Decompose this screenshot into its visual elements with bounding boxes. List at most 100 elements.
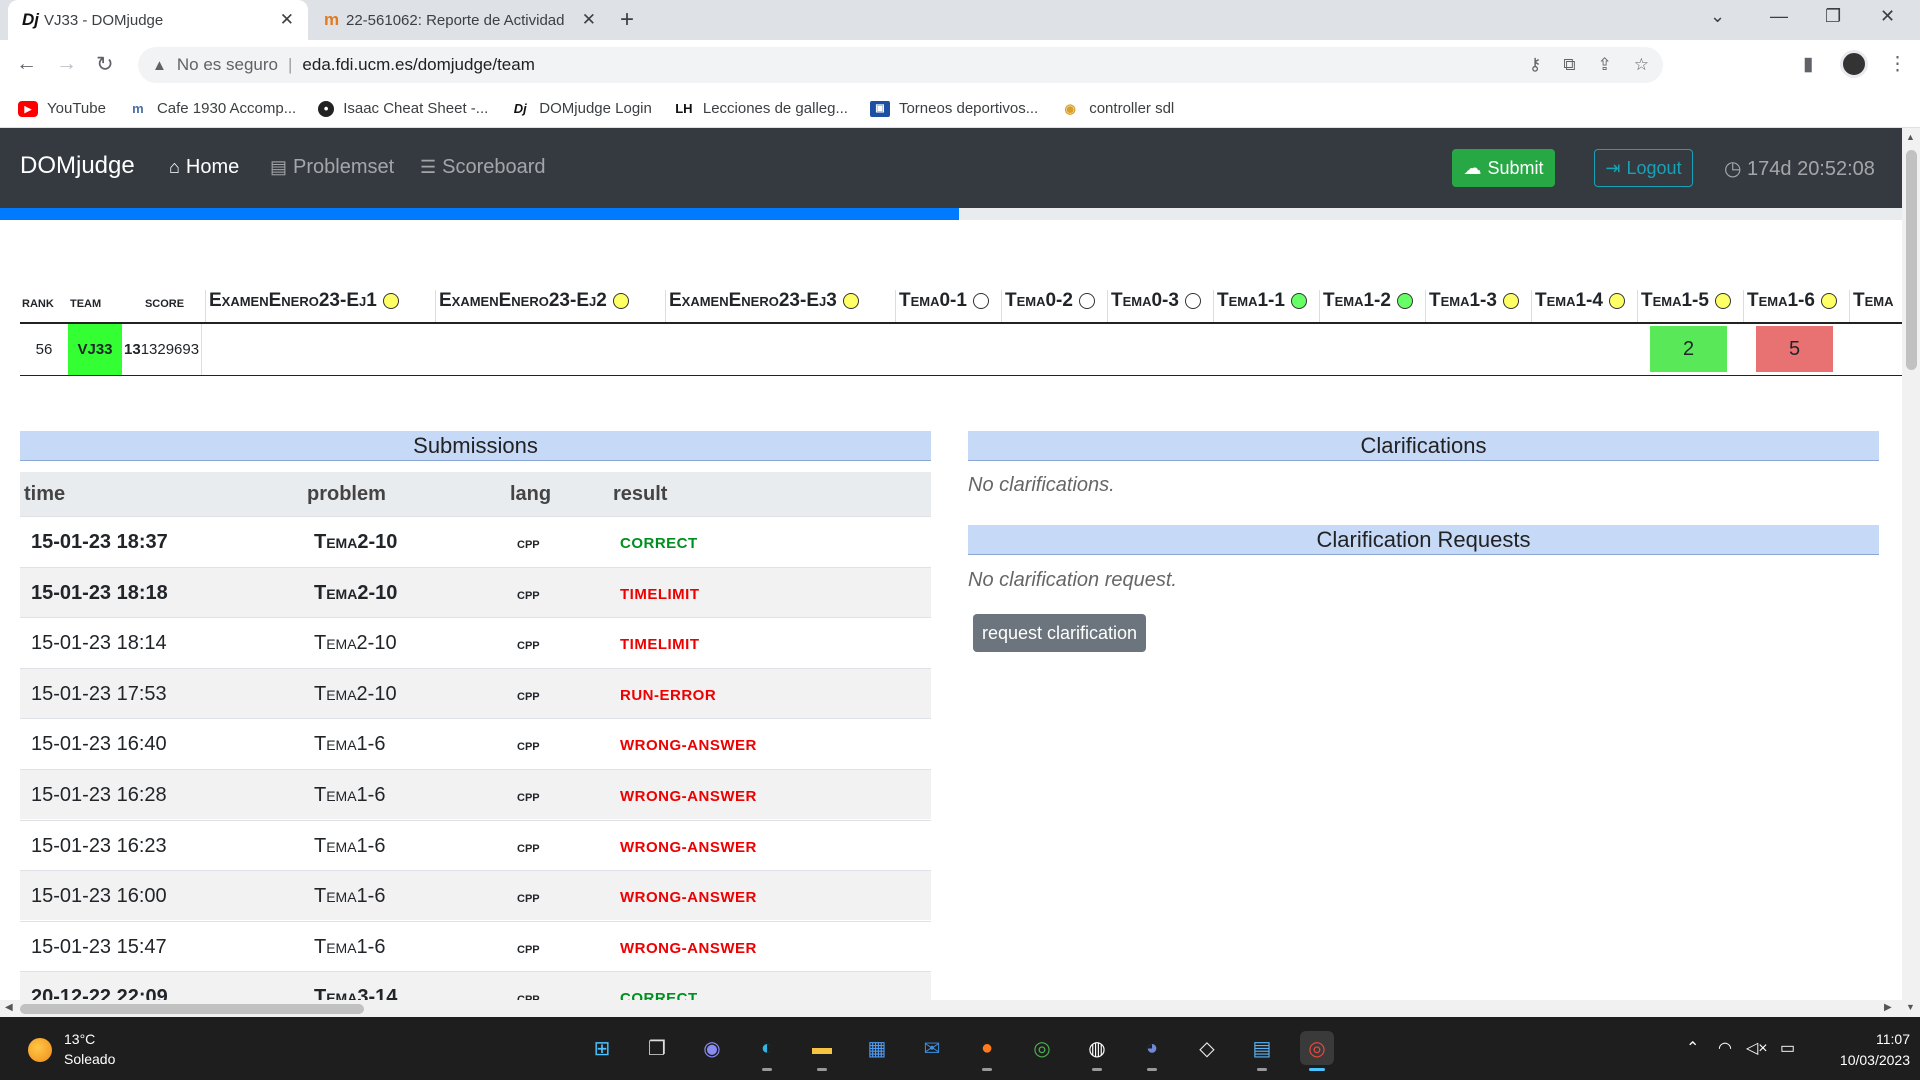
url-input[interactable]: ▲ No es seguro | eda.fdi.ucm.es/domjudge…: [138, 47, 1663, 83]
nav-scoreboard[interactable]: ☰ Scoreboard: [420, 156, 546, 179]
mail-icon[interactable]: ✉: [915, 1031, 949, 1065]
team-rank: 56: [35, 341, 53, 358]
reload-icon[interactable]: ↻: [96, 52, 114, 77]
table-row[interactable]: 15-01-23 17:53 Tema2-10 cpp RUN-ERROR: [20, 667, 931, 718]
browser-tab-reporte[interactable]: m 22-561062: Reporte de Actividad ✕: [310, 0, 610, 40]
scroll-down-icon[interactable]: ▼: [1906, 1002, 1915, 1012]
chevron-up-icon[interactable]: ⌃: [1686, 1038, 1699, 1058]
weather-description[interactable]: Soleado: [64, 1051, 115, 1067]
taskbar-time[interactable]: 11:07: [1864, 1031, 1910, 1047]
bookmark-star-icon[interactable]: ☆: [1634, 55, 1649, 75]
github-icon[interactable]: ◍: [1080, 1031, 1114, 1071]
edge-icon[interactable]: ◐: [750, 1031, 784, 1071]
problem-header[interactable]: Tema0-3: [1107, 290, 1213, 322]
score-cell-tema1-6[interactable]: 5: [1756, 326, 1833, 372]
discord-icon[interactable]: ◕: [1135, 1031, 1169, 1071]
table-row[interactable]: 15-01-23 16:28 Tema1-6 cpp WRONG-ANSWER: [20, 769, 931, 819]
bookmark-controller[interactable]: ◉ controller sdl: [1060, 100, 1175, 117]
table-row[interactable]: 15-01-23 16:23 Tema1-6 cpp WRONG-ANSWER: [20, 819, 931, 870]
chrome-active-icon[interactable]: ◎: [1300, 1031, 1334, 1071]
table-row[interactable]: 15-01-23 16:00 Tema1-6 cpp WRONG-ANSWER: [20, 870, 931, 921]
balloon-icon: [1184, 293, 1201, 309]
submission-time: 15-01-23 18:37: [31, 531, 168, 553]
taskbar-date[interactable]: 10/03/2023: [1818, 1052, 1910, 1068]
problem-header[interactable]: Tema: [1849, 290, 1902, 322]
task-view-icon[interactable]: ❐: [640, 1031, 674, 1065]
url-separator: |: [287, 55, 293, 74]
warning-icon[interactable]: ▲: [152, 57, 167, 74]
windows-start-icon[interactable]: ⊞: [585, 1031, 619, 1065]
table-row[interactable]: 15-01-23 15:47 Tema1-6 cpp WRONG-ANSWER: [20, 920, 931, 971]
table-row[interactable]: 15-01-23 18:37 Tema2-10 cpp CORRECT: [20, 516, 931, 566]
chat-icon[interactable]: ◉: [695, 1031, 729, 1065]
chevron-down-icon[interactable]: ⌄: [1710, 6, 1725, 27]
horizontal-scrollbar[interactable]: ◀ ▶: [0, 1000, 1902, 1017]
problem-header[interactable]: ExamenEnero23-Ej2: [435, 290, 665, 322]
table-row[interactable]: 15-01-23 18:14 Tema2-10 cpp TIMELIMIT: [20, 617, 931, 667]
nav-problemset[interactable]: ▤ Problemset: [270, 156, 394, 179]
balloon-icon: [972, 293, 989, 309]
problem-header[interactable]: Tema1-3: [1425, 290, 1531, 322]
new-tab-icon[interactable]: +: [620, 6, 634, 34]
key-icon[interactable]: ⚷: [1529, 55, 1541, 75]
no-clarifications-text: No clarifications.: [968, 474, 1115, 496]
chrome-icon[interactable]: ◎: [1025, 1031, 1059, 1065]
bookmark-cafe[interactable]: m Cafe 1930 Accomp...: [128, 100, 296, 117]
problem-header[interactable]: Tema1-4: [1531, 290, 1637, 322]
store-icon[interactable]: ▦: [860, 1031, 894, 1065]
unity-icon[interactable]: ◇: [1190, 1031, 1224, 1065]
problem-header[interactable]: ExamenEnero23-Ej3: [665, 290, 895, 322]
team-name[interactable]: VJ33: [68, 324, 122, 375]
problem-header[interactable]: Tema0-1: [895, 290, 1001, 322]
problem-header[interactable]: Tema1-5: [1637, 290, 1743, 322]
close-icon[interactable]: ✕: [280, 10, 294, 30]
firefox-icon[interactable]: ●: [970, 1031, 1004, 1071]
bookmark-isaac[interactable]: • Isaac Cheat Sheet -...: [318, 100, 488, 117]
share-icon[interactable]: ⇪: [1598, 55, 1612, 75]
nav-home[interactable]: ⌂ Home: [169, 156, 239, 179]
table-row[interactable]: 15-01-23 16:40 Tema1-6 cpp WRONG-ANSWER: [20, 718, 931, 768]
request-clarification-button[interactable]: request clarification: [973, 614, 1146, 652]
bookmark-torneos[interactable]: ▣ Torneos deportivos...: [869, 100, 1039, 117]
problem-header[interactable]: ExamenEnero23-Ej1: [205, 290, 435, 322]
weather-temperature[interactable]: 13°C: [64, 1031, 95, 1047]
score-cell-tema1-5[interactable]: 2: [1650, 326, 1727, 372]
problem-header[interactable]: Tema1-6: [1743, 290, 1849, 322]
scroll-right-icon[interactable]: ▶: [1884, 1002, 1892, 1013]
browser-tab-domjudge[interactable]: Dj VJ33 - DOMjudge ✕: [8, 0, 308, 40]
scroll-thumb[interactable]: [20, 1004, 364, 1014]
translate-icon[interactable]: ⧉: [1563, 55, 1575, 75]
notepad-icon[interactable]: ▤: [1245, 1031, 1279, 1071]
scroll-thumb[interactable]: [1906, 150, 1917, 370]
close-window-icon[interactable]: ✕: [1880, 6, 1895, 27]
file-explorer-icon[interactable]: ▬: [805, 1031, 839, 1071]
scroll-left-icon[interactable]: ◀: [5, 1002, 13, 1013]
volume-muted-icon[interactable]: ◁×: [1746, 1038, 1768, 1058]
minimize-icon[interactable]: —: [1770, 6, 1788, 27]
problem-header[interactable]: Tema1-2: [1319, 290, 1425, 322]
problem-label: Tema0-3: [1111, 290, 1179, 311]
close-icon[interactable]: ✕: [582, 10, 596, 30]
restore-icon[interactable]: ❐: [1825, 6, 1841, 27]
brand-link[interactable]: DOMjudge: [20, 152, 135, 180]
submit-button[interactable]: ☁ Submit: [1452, 149, 1555, 187]
bookmark-domjudge[interactable]: Dj DOMjudge Login: [510, 100, 652, 117]
vertical-scrollbar[interactable]: ▲ ▼: [1902, 128, 1920, 1017]
problem-header[interactable]: Tema1-1: [1213, 290, 1319, 322]
scroll-up-icon[interactable]: ▲: [1906, 132, 1915, 142]
wifi-icon[interactable]: ◠: [1718, 1038, 1732, 1058]
bookmark-youtube[interactable]: ▶ YouTube: [18, 100, 106, 117]
problem-header[interactable]: Tema0-2: [1001, 290, 1107, 322]
profile-avatar[interactable]: [1840, 50, 1868, 78]
table-row[interactable]: 15-01-23 18:18 Tema2-10 cpp TIMELIMIT: [20, 566, 931, 617]
sidebar-icon[interactable]: ▮: [1803, 53, 1813, 76]
bookmark-lecciones[interactable]: LH Lecciones de galleg...: [674, 100, 848, 117]
submission-lang: cpp: [517, 585, 540, 603]
battery-icon[interactable]: ▭: [1780, 1038, 1795, 1058]
menu-icon[interactable]: ⋮: [1888, 53, 1907, 76]
logout-button[interactable]: ⇥ Logout: [1594, 149, 1693, 187]
back-icon[interactable]: ←: [16, 52, 37, 76]
forward-icon[interactable]: →: [56, 52, 77, 76]
sun-icon[interactable]: [28, 1038, 52, 1062]
bookmark-label: Torneos deportivos...: [898, 100, 1039, 117]
